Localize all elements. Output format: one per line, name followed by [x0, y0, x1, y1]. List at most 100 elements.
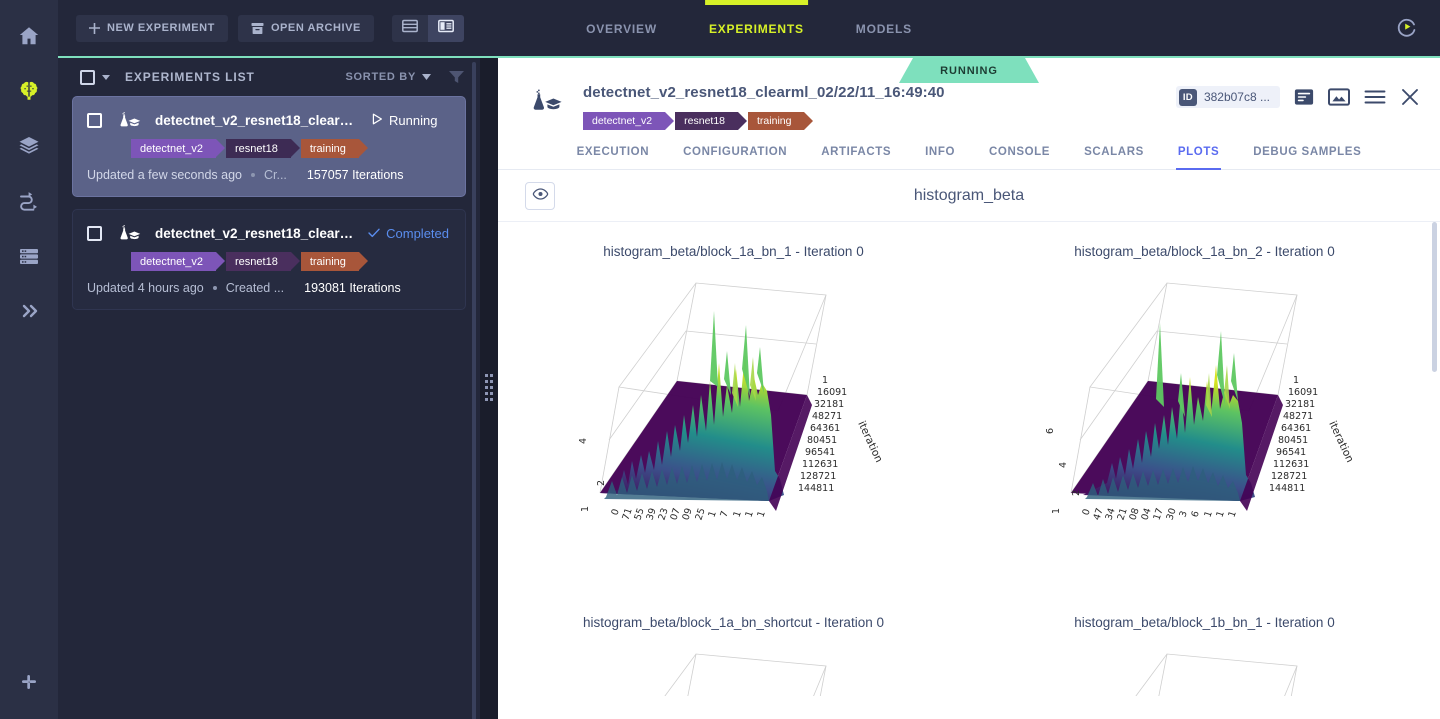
plots-scroll-thumb[interactable] [1432, 222, 1437, 372]
plot-canvas[interactable] [1035, 636, 1375, 696]
table-view-button[interactable] [392, 15, 428, 42]
sidebar-item-datasets[interactable] [0, 118, 58, 173]
svg-text:1: 1 [1051, 508, 1062, 514]
svg-text:4: 4 [578, 438, 589, 444]
tag-project[interactable]: detectnet_v2 [131, 252, 216, 271]
eye-icon [532, 187, 549, 205]
tag-stage[interactable]: training [301, 252, 359, 271]
experiment-checkbox[interactable] [87, 113, 102, 128]
open-archive-button[interactable]: OPEN ARCHIVE [238, 15, 374, 42]
sidebar-item-slack[interactable] [0, 654, 58, 709]
experiments-list-scrollbar[interactable] [472, 62, 476, 709]
experiment-id-chip[interactable]: ID 382b07c8 ... [1176, 86, 1280, 108]
tab-label: SCALARS [1084, 146, 1144, 158]
plot-canvas[interactable] [564, 636, 904, 696]
main-column: NEW EXPERIMENT OPEN ARCHIVE [58, 0, 1440, 719]
svg-text:17: 17 [1151, 507, 1165, 522]
plot-card[interactable]: histogram_beta/block_1a_bn_1 - Iteration… [498, 244, 969, 527]
z-axis-label: iteration [1326, 419, 1356, 464]
tab-info[interactable]: INFO [908, 146, 972, 169]
plot-canvas[interactable]: 1 16091 32181 48271 64361 80451 96541 11… [564, 265, 904, 527]
tab-execution[interactable]: EXECUTION [560, 146, 667, 169]
plot-canvas[interactable]: 1 16091 32181 48271 64361 80451 96541 11… [1035, 265, 1375, 527]
plot-card[interactable]: histogram_beta/block_1a_bn_2 - Iteration… [969, 244, 1440, 527]
pipeline-icon [16, 188, 42, 214]
tab-debug-samples[interactable]: DEBUG SAMPLES [1236, 146, 1378, 169]
svg-text:1: 1 [1226, 510, 1238, 519]
surface-plot-3d: 1 16091 32181 48271 64361 80451 96541 11… [1035, 265, 1375, 527]
meta-separator-dot [213, 286, 217, 290]
plots-scrollbar[interactable] [1431, 222, 1438, 719]
tag-stage[interactable]: training [301, 139, 359, 158]
experiment-meta: Updated a few seconds ago Cr... 157057 I… [87, 168, 449, 182]
plots-metric-title: histogram_beta [914, 187, 1024, 205]
svg-text:1: 1 [822, 375, 828, 386]
double-chevron-icon [17, 299, 41, 323]
svg-text:0: 0 [609, 508, 621, 517]
sorted-by-label: SORTED BY [346, 71, 416, 83]
svg-text:30: 30 [1164, 507, 1178, 522]
sorted-by-dropdown[interactable]: SORTED BY [346, 71, 431, 83]
surface-plot-3d [1035, 636, 1375, 696]
sidebar-item-workers[interactable] [0, 228, 58, 283]
tab-artifacts[interactable]: ARTIFACTS [804, 146, 908, 169]
tag-label: resnet18 [235, 143, 278, 155]
close-icon[interactable] [1400, 87, 1420, 107]
tag-stage[interactable]: training [748, 112, 804, 130]
sidebar-item-home[interactable] [0, 8, 58, 63]
toggle-visibility-button[interactable] [525, 182, 555, 210]
experiments-list-scroll-thumb[interactable] [472, 62, 476, 719]
svg-text:1: 1 [706, 510, 718, 519]
tab-console[interactable]: CONSOLE [972, 146, 1067, 169]
plots-toolbar: histogram_beta [498, 170, 1440, 222]
sidebar-item-pipelines[interactable] [0, 173, 58, 228]
image-icon[interactable] [1328, 88, 1350, 106]
surface-plot-3d: 1 16091 32181 48271 64361 80451 96541 11… [564, 265, 904, 527]
experiment-status: Running [372, 113, 437, 128]
experiment-meta: Updated 4 hours ago Created ... 193081 I… [87, 281, 449, 295]
filter-icon[interactable] [449, 70, 464, 84]
experiment-checkbox[interactable] [87, 226, 102, 241]
tab-overview[interactable]: OVERVIEW [560, 0, 683, 58]
sidebar-item-projects[interactable] [0, 63, 58, 118]
tab-configuration[interactable]: CONFIGURATION [666, 146, 804, 169]
tag-model[interactable]: resnet18 [675, 112, 738, 130]
experiment-tags: detectnet_v2 resnet18 training [131, 139, 449, 158]
menu-icon[interactable] [1364, 89, 1386, 105]
app-root: NEW EXPERIMENT OPEN ARCHIVE [0, 0, 1440, 719]
plot-card[interactable]: histogram_beta/block_1a_bn_shortcut - It… [498, 615, 969, 696]
tag-model[interactable]: resnet18 [226, 139, 291, 158]
tag-project[interactable]: detectnet_v2 [131, 139, 216, 158]
tag-project[interactable]: detectnet_v2 [583, 112, 665, 130]
panel-resize-handle[interactable] [480, 58, 498, 719]
tag-model[interactable]: resnet18 [226, 252, 291, 271]
tab-scalars[interactable]: SCALARS [1067, 146, 1161, 169]
tag-label: detectnet_v2 [140, 143, 203, 155]
tab-plots[interactable]: PLOTS [1161, 146, 1236, 169]
tag-label: resnet18 [684, 115, 725, 127]
tag-label: training [310, 143, 346, 155]
select-all-checkbox[interactable] [80, 70, 95, 85]
log-icon[interactable] [1294, 88, 1314, 106]
tab-experiments[interactable]: EXPERIMENTS [683, 0, 830, 58]
new-experiment-button[interactable]: NEW EXPERIMENT [76, 15, 228, 42]
svg-text:144811: 144811 [798, 483, 834, 494]
layers-icon [17, 134, 41, 158]
sidebar-item-reports[interactable] [0, 283, 58, 338]
experiment-card-running[interactable]: detectnet_v2_resnet18_clearml_02/... Run… [72, 96, 466, 197]
svg-text:112631: 112631 [1273, 459, 1309, 470]
svg-text:2: 2 [1071, 490, 1082, 496]
plot-card[interactable]: histogram_beta/block_1b_bn_1 - Iteration… [969, 615, 1440, 696]
select-all-chevron-down-icon[interactable] [102, 75, 110, 80]
svg-text:128721: 128721 [800, 471, 836, 482]
experiment-card-completed[interactable]: detectnet_v2_resnet18_clearml_02/... Com… [72, 209, 466, 310]
plots-scroll-area[interactable]: histogram_beta/block_1a_bn_1 - Iteration… [498, 222, 1440, 719]
svg-text:34: 34 [1103, 507, 1117, 522]
tab-models[interactable]: MODELS [830, 0, 938, 58]
svg-text:55: 55 [632, 507, 646, 522]
auto-refresh-button[interactable] [1390, 12, 1424, 46]
split-view-icon [438, 19, 454, 38]
tag-label: training [310, 256, 346, 268]
tag-label: detectnet_v2 [592, 115, 652, 127]
split-view-button[interactable] [428, 15, 464, 42]
